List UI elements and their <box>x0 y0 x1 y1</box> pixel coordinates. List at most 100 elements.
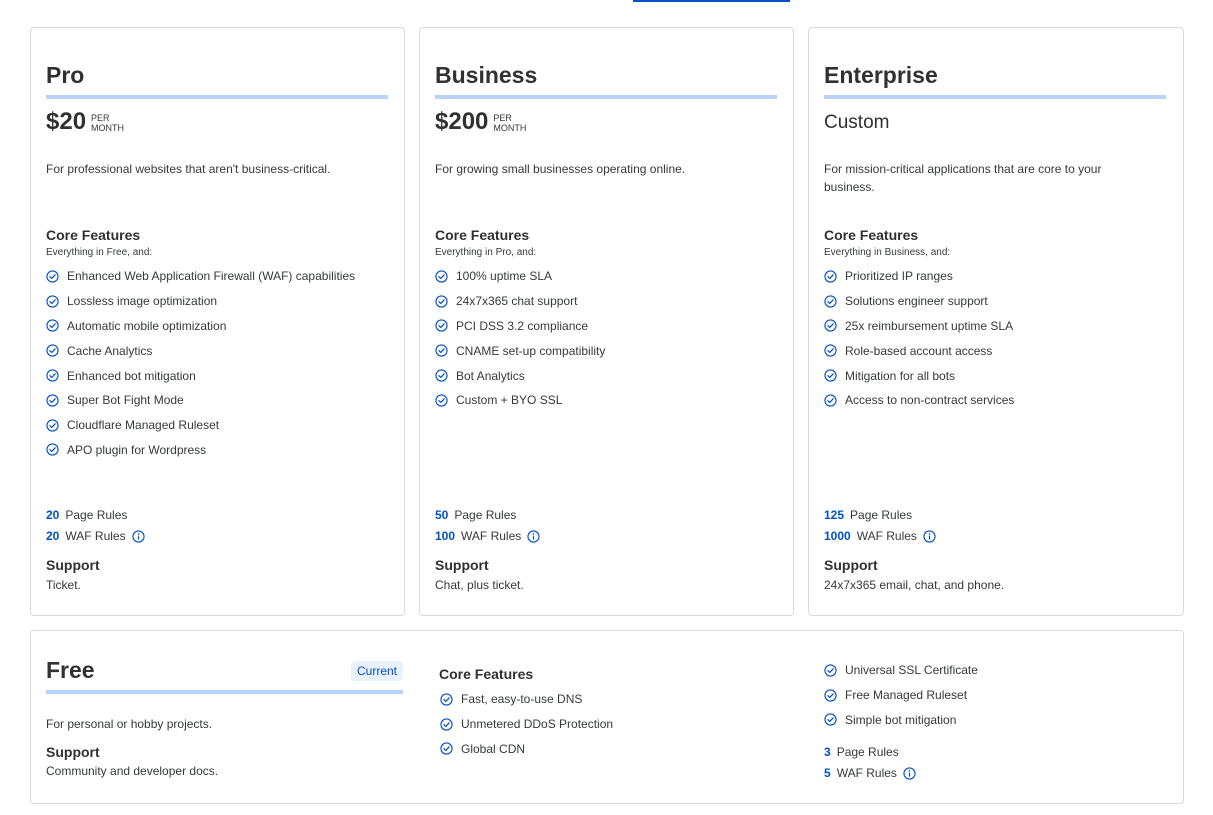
feature-item: CNAME set-up compatibility <box>435 338 605 363</box>
price-amount: $20 <box>46 108 87 135</box>
plan-price: Custom <box>824 112 889 135</box>
feature-item: Simple bot mitigation <box>824 708 978 733</box>
current-badge: Current <box>350 661 403 681</box>
plan-description: For personal or hobby projects. <box>46 717 213 731</box>
check-circle-icon <box>435 344 448 357</box>
feature-item: Role-based account access <box>824 338 1014 363</box>
core-features-subtitle: Everything in Pro, and: <box>435 247 537 258</box>
page-rules-label: Page Rules <box>850 508 913 522</box>
plan-title: Pro <box>46 62 85 88</box>
feature-item: Prioritized IP ranges <box>824 264 1014 289</box>
waf-rules-row: 100 WAF Rules <box>435 529 540 543</box>
page-rules-count: 20 <box>46 508 60 522</box>
feature-item: 24x7x365 chat support <box>435 289 605 314</box>
check-circle-icon <box>824 394 837 407</box>
page-rules-label: Page Rules <box>65 508 128 522</box>
check-circle-icon <box>46 319 59 333</box>
check-circle-icon <box>435 319 448 333</box>
price-unit: PER MONTH <box>91 113 125 133</box>
feature-item: 25x reimbursement uptime SLA <box>824 314 1014 339</box>
feature-item: Mitigation for all bots <box>824 363 1014 388</box>
page-rules-label: Page Rules <box>836 745 899 759</box>
check-circle-icon <box>440 742 453 756</box>
check-circle-icon <box>435 295 448 308</box>
support-title: Support <box>435 557 489 573</box>
core-features-subtitle: Everything in Free, and: <box>46 247 153 258</box>
page-rules-row: 20 Page Rules <box>46 508 127 522</box>
feature-item: APO plugin for Wordpress <box>46 438 355 463</box>
waf-rules-count: 20 <box>46 529 60 543</box>
check-circle-icon <box>824 713 837 727</box>
feature-item: Super Bot Fight Mode <box>46 388 355 413</box>
feature-list: Prioritized IP ranges Solutions engineer… <box>824 264 1014 413</box>
plan-price: $200 PER MONTH <box>435 108 526 137</box>
feature-item: Access to non-contract services <box>824 388 1014 413</box>
support-text: 24x7x365 email, chat, and phone. <box>824 578 1005 592</box>
check-circle-icon <box>824 369 837 382</box>
waf-rules-label: WAF Rules <box>856 529 917 543</box>
waf-rules-label: WAF Rules <box>461 529 522 543</box>
price-amount: $200 <box>435 108 489 135</box>
price-unit: PER MONTH <box>493 113 527 133</box>
check-circle-icon <box>46 394 59 407</box>
feature-item: PCI DSS 3.2 compliance <box>435 314 605 339</box>
feature-item: Bot Analytics <box>435 363 605 388</box>
price-custom: Custom <box>824 112 890 133</box>
plan-card-business: Business $200 PER MONTH For growing smal… <box>419 27 794 616</box>
feature-item: Enhanced Web Application Firewall (WAF) … <box>46 264 355 289</box>
page-rules-count: 50 <box>435 508 449 522</box>
feature-item: Solutions engineer support <box>824 289 1014 314</box>
info-circle-icon[interactable] <box>527 529 540 543</box>
plan-card-pro: Pro $20 PER MONTH For professional websi… <box>30 27 405 616</box>
page-rules-count: 125 <box>824 508 845 522</box>
check-circle-icon <box>435 270 448 283</box>
check-circle-icon <box>824 319 837 333</box>
plan-card-enterprise: Enterprise Custom For mission-critical a… <box>808 27 1184 616</box>
feature-item: 100% uptime SLA <box>435 264 605 289</box>
plan-title-underline <box>824 95 1166 99</box>
support-title: Support <box>46 744 100 760</box>
feature-item: Lossless image optimization <box>46 289 355 314</box>
core-features-title: Core Features <box>435 227 530 243</box>
check-circle-icon <box>46 419 59 432</box>
check-circle-icon <box>46 369 59 382</box>
plan-card-free: Free Current For personal or hobby proje… <box>30 630 1184 804</box>
plan-description: For mission-critical applications that a… <box>824 162 1102 194</box>
page-rules-label: Page Rules <box>454 508 517 522</box>
page-rules-row: 125 Page Rules <box>824 508 912 522</box>
feature-item: Fast, easy-to-use DNS <box>440 687 613 712</box>
check-circle-icon <box>46 270 59 283</box>
check-circle-icon <box>46 344 59 357</box>
feature-item: Automatic mobile optimization <box>46 314 355 339</box>
plan-price: $20 PER MONTH <box>46 108 124 137</box>
core-features-title: Core Features <box>46 227 141 243</box>
waf-rules-row: 1000 WAF Rules <box>824 529 936 543</box>
waf-rules-row: 20 WAF Rules <box>46 529 145 543</box>
info-circle-icon[interactable] <box>903 766 916 780</box>
waf-rules-count: 1000 <box>824 529 851 543</box>
feature-item: Custom + BYO SSL <box>435 388 605 413</box>
info-circle-icon[interactable] <box>923 529 936 543</box>
feature-item: Global CDN <box>440 737 613 762</box>
core-features-title: Core Features <box>439 666 534 682</box>
check-circle-icon <box>435 394 448 407</box>
check-circle-icon <box>440 693 453 706</box>
waf-rules-count: 100 <box>435 529 456 543</box>
check-circle-icon <box>824 689 837 702</box>
check-circle-icon <box>46 295 59 308</box>
support-title: Support <box>824 557 878 573</box>
plan-title-underline <box>46 95 388 99</box>
top-link-underline[interactable] <box>633 0 790 2</box>
support-text: Ticket. <box>46 578 81 592</box>
core-features-title: Core Features <box>824 227 919 243</box>
info-circle-icon[interactable] <box>131 529 145 543</box>
feature-list: Fast, easy-to-use DNS Unmetered DDoS Pro… <box>440 687 613 761</box>
waf-rules-label: WAF Rules <box>836 766 897 780</box>
feature-item: Enhanced bot mitigation <box>46 363 355 388</box>
feature-list: Universal SSL Certificate Free Managed R… <box>824 658 978 732</box>
waf-rules-count: 5 <box>824 766 831 780</box>
waf-rules-label: WAF Rules <box>65 529 126 543</box>
plan-title-underline <box>46 690 403 694</box>
plan-description: For professional websites that aren't bu… <box>46 162 331 176</box>
page-rules-row: 50 Page Rules <box>435 508 516 522</box>
